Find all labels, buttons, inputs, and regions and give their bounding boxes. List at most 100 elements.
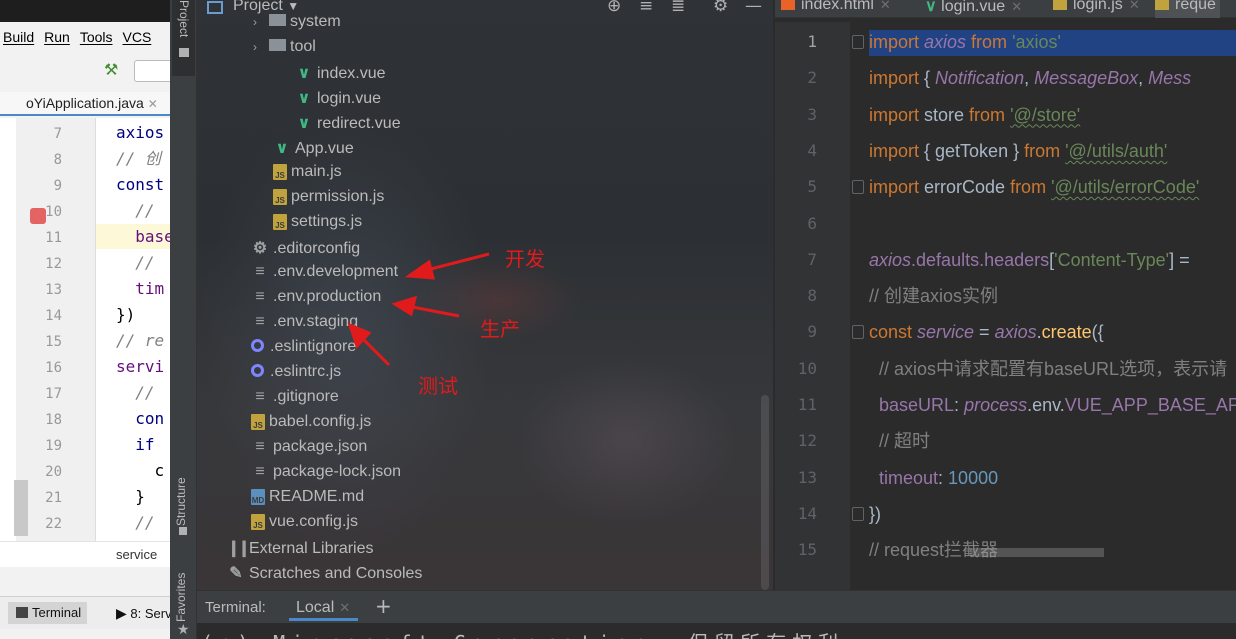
new-terminal-button[interactable]: + bbox=[375, 594, 392, 618]
menu-run[interactable]: Run bbox=[44, 29, 70, 45]
bg-line-number: 9 bbox=[53, 178, 62, 194]
project-folder-icon bbox=[179, 48, 189, 57]
bg-line-number: 15 bbox=[45, 334, 62, 350]
bg-line-code: } bbox=[116, 487, 145, 506]
code-token: MessageBox bbox=[1034, 68, 1139, 89]
terminal-label: Terminal: bbox=[205, 599, 266, 616]
terminal-panel: Terminal: Local ✕ + (c) Microsoft Corpora… bbox=[197, 590, 1236, 639]
editor-tab[interactable]: reque bbox=[1155, 0, 1220, 18]
line-number: 11 bbox=[797, 395, 817, 414]
project-tool-label: Project bbox=[177, 0, 191, 38]
close-icon[interactable]: ✕ bbox=[1011, 0, 1022, 14]
bg-file-tab-label: oYiApplication.java bbox=[26, 95, 144, 111]
bg-code-line: 7 axios bbox=[40, 120, 175, 145]
arrow-prod bbox=[406, 304, 460, 318]
bg-line-code: if bbox=[116, 435, 155, 454]
run-config-dropdown[interactable] bbox=[134, 60, 174, 82]
code-token: // 创建axios实例 bbox=[869, 286, 999, 307]
favorites-tool-button[interactable]: Favorites bbox=[174, 566, 188, 622]
bg-line-number: 18 bbox=[45, 412, 62, 428]
annotation-dev: 开发 bbox=[505, 247, 545, 271]
bg-terminal-tab[interactable]: Terminal bbox=[8, 602, 88, 624]
terminal-output[interactable]: (c) Microsoft Corporation. 保留所有权利。 bbox=[201, 627, 870, 639]
fold-marker-icon[interactable] bbox=[852, 180, 864, 195]
code-token: axios bbox=[994, 322, 1037, 343]
fold-marker-icon[interactable] bbox=[852, 325, 864, 340]
bg-side-marker bbox=[14, 480, 28, 536]
code-token: from bbox=[1024, 140, 1066, 161]
bg-breadcrumb[interactable]: service bbox=[0, 541, 175, 567]
build-hammer-icon[interactable]: ⚒ bbox=[104, 60, 118, 79]
line-code: import errorCode from '@/utils/errorCode… bbox=[869, 169, 1199, 205]
bg-services-tab[interactable]: ▶ 8: Serv bbox=[116, 602, 172, 624]
editor-tab[interactable]: ∨ login.vue ✕ bbox=[925, 0, 1022, 18]
code-line: 4 import { getToken } from '@/utils/auth' bbox=[775, 133, 1236, 169]
arrow-dev-head bbox=[404, 259, 435, 280]
code-line: 14}) bbox=[775, 496, 1236, 532]
code-token: 10000 bbox=[948, 467, 999, 488]
fold-marker-icon[interactable] bbox=[852, 35, 864, 49]
line-number: 5 bbox=[807, 177, 817, 197]
bg-code-line: 21 } bbox=[40, 484, 175, 509]
terminal-tab-local[interactable]: Local ✕ bbox=[289, 593, 359, 621]
editor-tab-label: login.vue bbox=[941, 0, 1006, 15]
bg-line-number: 10 bbox=[45, 204, 62, 220]
editor-tab[interactable]: login.js ✕ bbox=[1053, 0, 1140, 18]
line-code: const service = axios.create({ bbox=[869, 314, 1104, 350]
horizontal-scrollbar[interactable] bbox=[970, 548, 1104, 557]
line-number: 4 bbox=[807, 140, 817, 160]
code-line: 2 import { Notification, MessageBox, Mess bbox=[775, 60, 1236, 96]
fold-marker-icon[interactable] bbox=[852, 506, 864, 521]
project-panel: Project ▼ ⊕ ≡ ≣ ⚙ — › system › tool ∨ index.v… bbox=[197, 0, 773, 590]
close-icon[interactable]: ✕ bbox=[880, 0, 891, 12]
code-token: import bbox=[869, 32, 925, 52]
bg-line-code: c bbox=[116, 461, 165, 480]
code-token: '@/utils/errorCode' bbox=[1051, 177, 1200, 198]
editor-tab[interactable]: index.html ✕ bbox=[781, 0, 891, 18]
code-line: 8 // 创建axios实例 bbox=[775, 278, 1236, 314]
line-number: 15 bbox=[797, 540, 817, 560]
bg-code-line: 13 tim bbox=[40, 276, 175, 301]
annotation-prod: 生产 bbox=[480, 317, 520, 341]
bg-services-tab-label: 8: Serv bbox=[130, 606, 172, 621]
annotation-test: 测试 bbox=[418, 374, 458, 398]
line-code: axios.defaults.headers['Content-Type'] = bbox=[869, 242, 1190, 278]
bg-line-number: 7 bbox=[53, 126, 62, 142]
background-ide-window: Build Run Tools VCS ⚒ oYiApplication.jav… bbox=[0, 0, 175, 639]
line-code: // axios中请求配置有baseURL选项，表示请 bbox=[869, 351, 1227, 387]
line-number: 13 bbox=[797, 467, 817, 487]
code-token: process bbox=[964, 395, 1028, 415]
menu-vcs[interactable]: VCS bbox=[123, 29, 152, 45]
close-icon[interactable]: ✕ bbox=[148, 97, 158, 111]
close-icon[interactable]: ✕ bbox=[1129, 0, 1140, 12]
bg-file-tab[interactable]: oYiApplication.java ✕ bbox=[0, 92, 175, 116]
menu-build[interactable]: Build bbox=[3, 29, 34, 45]
project-tool-button[interactable]: Project bbox=[172, 0, 195, 76]
code-line: 1 import axios from 'axios' bbox=[775, 24, 1236, 60]
line-code: import axios from 'axios' bbox=[869, 24, 1061, 60]
code-token: service bbox=[917, 322, 975, 343]
structure-tool-button[interactable]: Structure bbox=[174, 460, 188, 526]
editor-tab-bar: index.html ✕ ∨ login.vue ✕ login.js ✕ reque bbox=[775, 0, 1236, 18]
structure-icon bbox=[179, 527, 187, 535]
editor-tab-label: login.js bbox=[1073, 0, 1123, 13]
bg-menu-bar: Build Run Tools VCS bbox=[0, 26, 151, 48]
code-editor[interactable]: index.html ✕ ∨ login.vue ✕ login.js ✕ reque 1 i… bbox=[775, 0, 1236, 590]
bg-line-code: // bbox=[116, 513, 155, 532]
code-token: 'axios' bbox=[1012, 32, 1061, 52]
code-token: // 超时 bbox=[869, 431, 931, 452]
line-code: // 创建axios实例 bbox=[869, 278, 998, 314]
code-token: baseURL bbox=[869, 395, 955, 415]
menu-tools[interactable]: Tools bbox=[80, 29, 113, 45]
line-code: import { Notification, MessageBox, Mess bbox=[869, 60, 1191, 96]
code-token: '@/utils/auth' bbox=[1065, 140, 1168, 161]
line-number: 6 bbox=[807, 213, 817, 233]
bg-code-line: 18 con bbox=[40, 406, 175, 431]
bg-code-line: 15 // re bbox=[40, 328, 175, 353]
code-token: ] = bbox=[1169, 249, 1190, 270]
code-line: 13 timeout: 10000 bbox=[775, 460, 1236, 496]
close-icon[interactable]: ✕ bbox=[339, 600, 350, 615]
code-token: store bbox=[924, 104, 970, 125]
annotation-arrows bbox=[347, 252, 490, 367]
bg-line-number: 22 bbox=[45, 516, 62, 532]
